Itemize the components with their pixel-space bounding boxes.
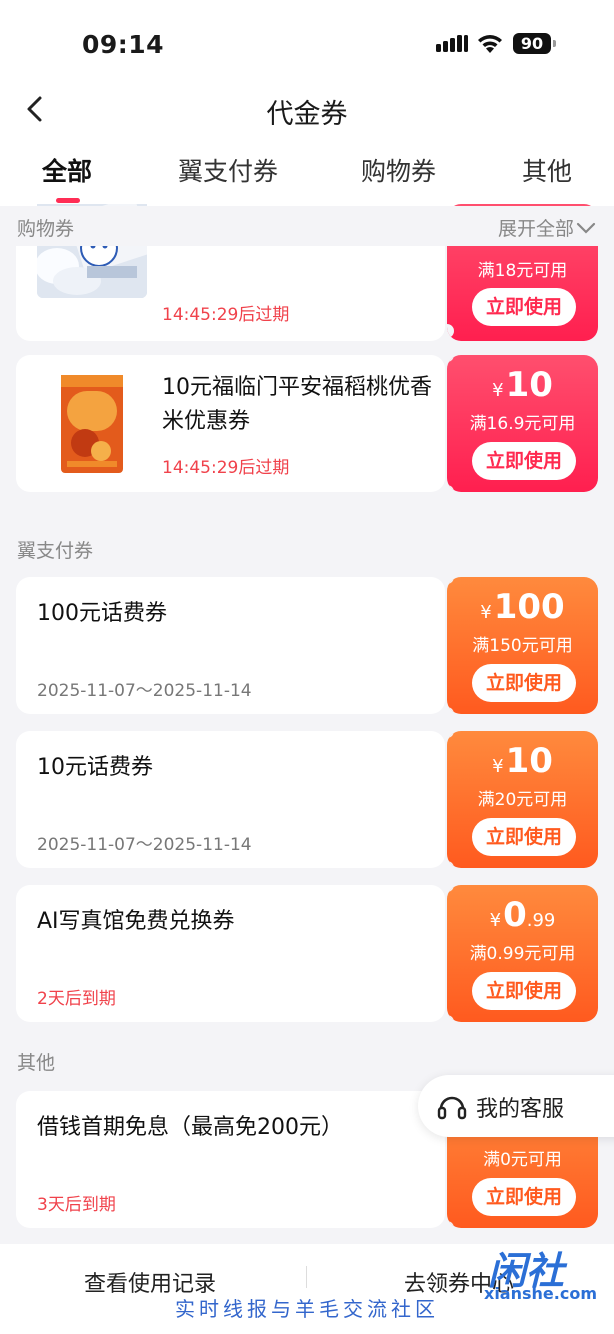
use-now-button[interactable]: 立即使用 — [472, 972, 576, 1010]
coupon-card[interactable]: AI写真馆免费兑换券 2天后到期 — [16, 885, 445, 1022]
tab-shopping[interactable]: 购物券 — [361, 152, 436, 188]
headset-icon — [437, 1096, 467, 1120]
coupon-expiry: 3天后到期 — [37, 1195, 116, 1215]
coupon-validity-dates: 2025-11-07～2025-11-14 — [37, 835, 252, 855]
coupon-expiry: 14:45:29后过期 — [162, 458, 290, 478]
coupon-amount: ¥100 — [447, 587, 598, 627]
coupon-card[interactable]: 10元福临门平安福稻桃优香米优惠券 14:45:29后过期 — [16, 355, 445, 492]
coupon-title: 借钱首期免息（最高免200元） — [37, 1115, 343, 1140]
card-notch — [447, 707, 454, 714]
expand-all-link[interactable]: 展开全部 — [498, 214, 596, 241]
cellular-signal-icon — [436, 34, 468, 52]
currency-symbol: ¥ — [489, 910, 502, 931]
coupon-card[interactable]: 100元话费券 2025-11-07～2025-11-14 — [16, 577, 445, 714]
coupon-expiry: 2天后到期 — [37, 989, 116, 1009]
battery-indicator: 90 — [513, 33, 551, 54]
status-bar: 09:14 90 — [0, 0, 614, 80]
page-title: 代金券 — [266, 99, 348, 130]
expand-all-label: 展开全部 — [497, 218, 574, 240]
coupon-title: 10元话费券 — [37, 755, 153, 780]
battery-tip — [553, 40, 556, 47]
coupon-stub: ¥100 满150元可用 立即使用 — [447, 577, 598, 714]
amount-value: 10 — [505, 365, 553, 405]
card-notch — [447, 577, 454, 584]
currency-symbol: ¥ — [492, 380, 504, 401]
card-notch — [447, 1015, 454, 1022]
card-notch — [447, 861, 454, 868]
coupon-title: 100元话费券 — [37, 601, 167, 626]
tab-yizhifu[interactable]: 翼支付券 — [178, 152, 278, 188]
active-tab-indicator — [56, 198, 80, 203]
coupon-stub: ¥10 满20元可用 立即使用 — [447, 731, 598, 868]
card-notch — [447, 485, 454, 492]
customer-service-label: 我的客服 — [476, 1097, 565, 1122]
status-time: 09:14 — [82, 30, 165, 59]
use-now-button[interactable]: 立即使用 — [472, 664, 576, 702]
coupon-stub: ¥10 满16.9元可用 立即使用 — [447, 355, 598, 492]
tab-all[interactable]: 全部 — [42, 152, 92, 188]
section-header-other: 其他 — [0, 1040, 614, 1080]
use-now-button[interactable]: 立即使用 — [472, 442, 576, 480]
coupon-stub: ¥0.99 满0.99元可用 立即使用 — [447, 885, 598, 1022]
nav-bar: 代金券 — [0, 80, 614, 140]
currency-symbol: ¥ — [492, 756, 504, 777]
coupon-amount: ¥0.99 — [447, 895, 598, 935]
section-label: 购物券 — [17, 218, 75, 240]
coupon-title: AI写真馆免费兑换券 — [37, 909, 235, 934]
coupon-card[interactable]: 借钱首期免息（最高免200元） 3天后到期 — [16, 1091, 445, 1228]
bottom-action-bar: 查看使用记录 去领券中心 闲社 xianshe.com 实时线报与羊毛交流社区 — [0, 1244, 614, 1334]
card-notch — [447, 355, 454, 362]
chevron-down-icon — [576, 222, 596, 234]
bottom-divider — [306, 1266, 307, 1288]
coupon-validity-dates: 2025-11-07～2025-11-14 — [37, 681, 252, 701]
section-header-yizhifu: 翼支付券 — [0, 528, 614, 568]
amount-value: 100 — [493, 587, 565, 627]
section-header-shopping: 购物券 展开全部 — [0, 206, 614, 246]
use-now-button[interactable]: 立即使用 — [472, 818, 576, 856]
coupon-condition: 满16.9元可用 — [469, 414, 576, 434]
use-now-button[interactable]: 立即使用 — [472, 1178, 576, 1216]
coupon-title: 10元福临门平安福稻桃优香米优惠券 — [162, 375, 432, 434]
card-notch — [447, 731, 454, 738]
amount-value: 0 — [503, 895, 527, 935]
tab-bar: 全部 翼支付券 购物券 其他 — [0, 140, 614, 206]
coupon-condition: 满0.99元可用 — [469, 944, 576, 964]
watermark-slogan: 实时线报与羊毛交流社区 — [175, 1297, 439, 1321]
rice-bag-image-icon — [61, 375, 123, 473]
coupon-card[interactable]: 10元话费券 2025-11-07～2025-11-14 — [16, 731, 445, 868]
card-notch — [447, 1221, 454, 1228]
coupon-amount: ¥10 — [447, 365, 598, 405]
product-thumbnail-rice — [37, 373, 147, 475]
card-notch — [447, 324, 454, 338]
coupon-condition: 满18元可用 — [477, 261, 568, 281]
coupon-condition: 满0元可用 — [483, 1150, 562, 1170]
customer-service-button[interactable]: 我的客服 — [418, 1075, 614, 1137]
coupon-condition: 满150元可用 — [472, 636, 573, 656]
card-notch — [447, 885, 454, 892]
wifi-icon — [478, 35, 502, 53]
currency-symbol: ¥ — [480, 602, 492, 623]
tab-other[interactable]: 其他 — [522, 152, 572, 188]
coupon-condition: 满20元可用 — [477, 790, 568, 810]
section-label: 其他 — [17, 1052, 56, 1074]
amount-value: 10 — [505, 741, 553, 781]
coupon-amount: ¥10 — [447, 741, 598, 781]
use-now-button[interactable]: 立即使用 — [472, 288, 576, 326]
amount-decimal: .99 — [526, 910, 556, 931]
section-label: 翼支付券 — [17, 540, 94, 562]
coupon-expiry: 14:45:29后过期 — [162, 305, 290, 325]
